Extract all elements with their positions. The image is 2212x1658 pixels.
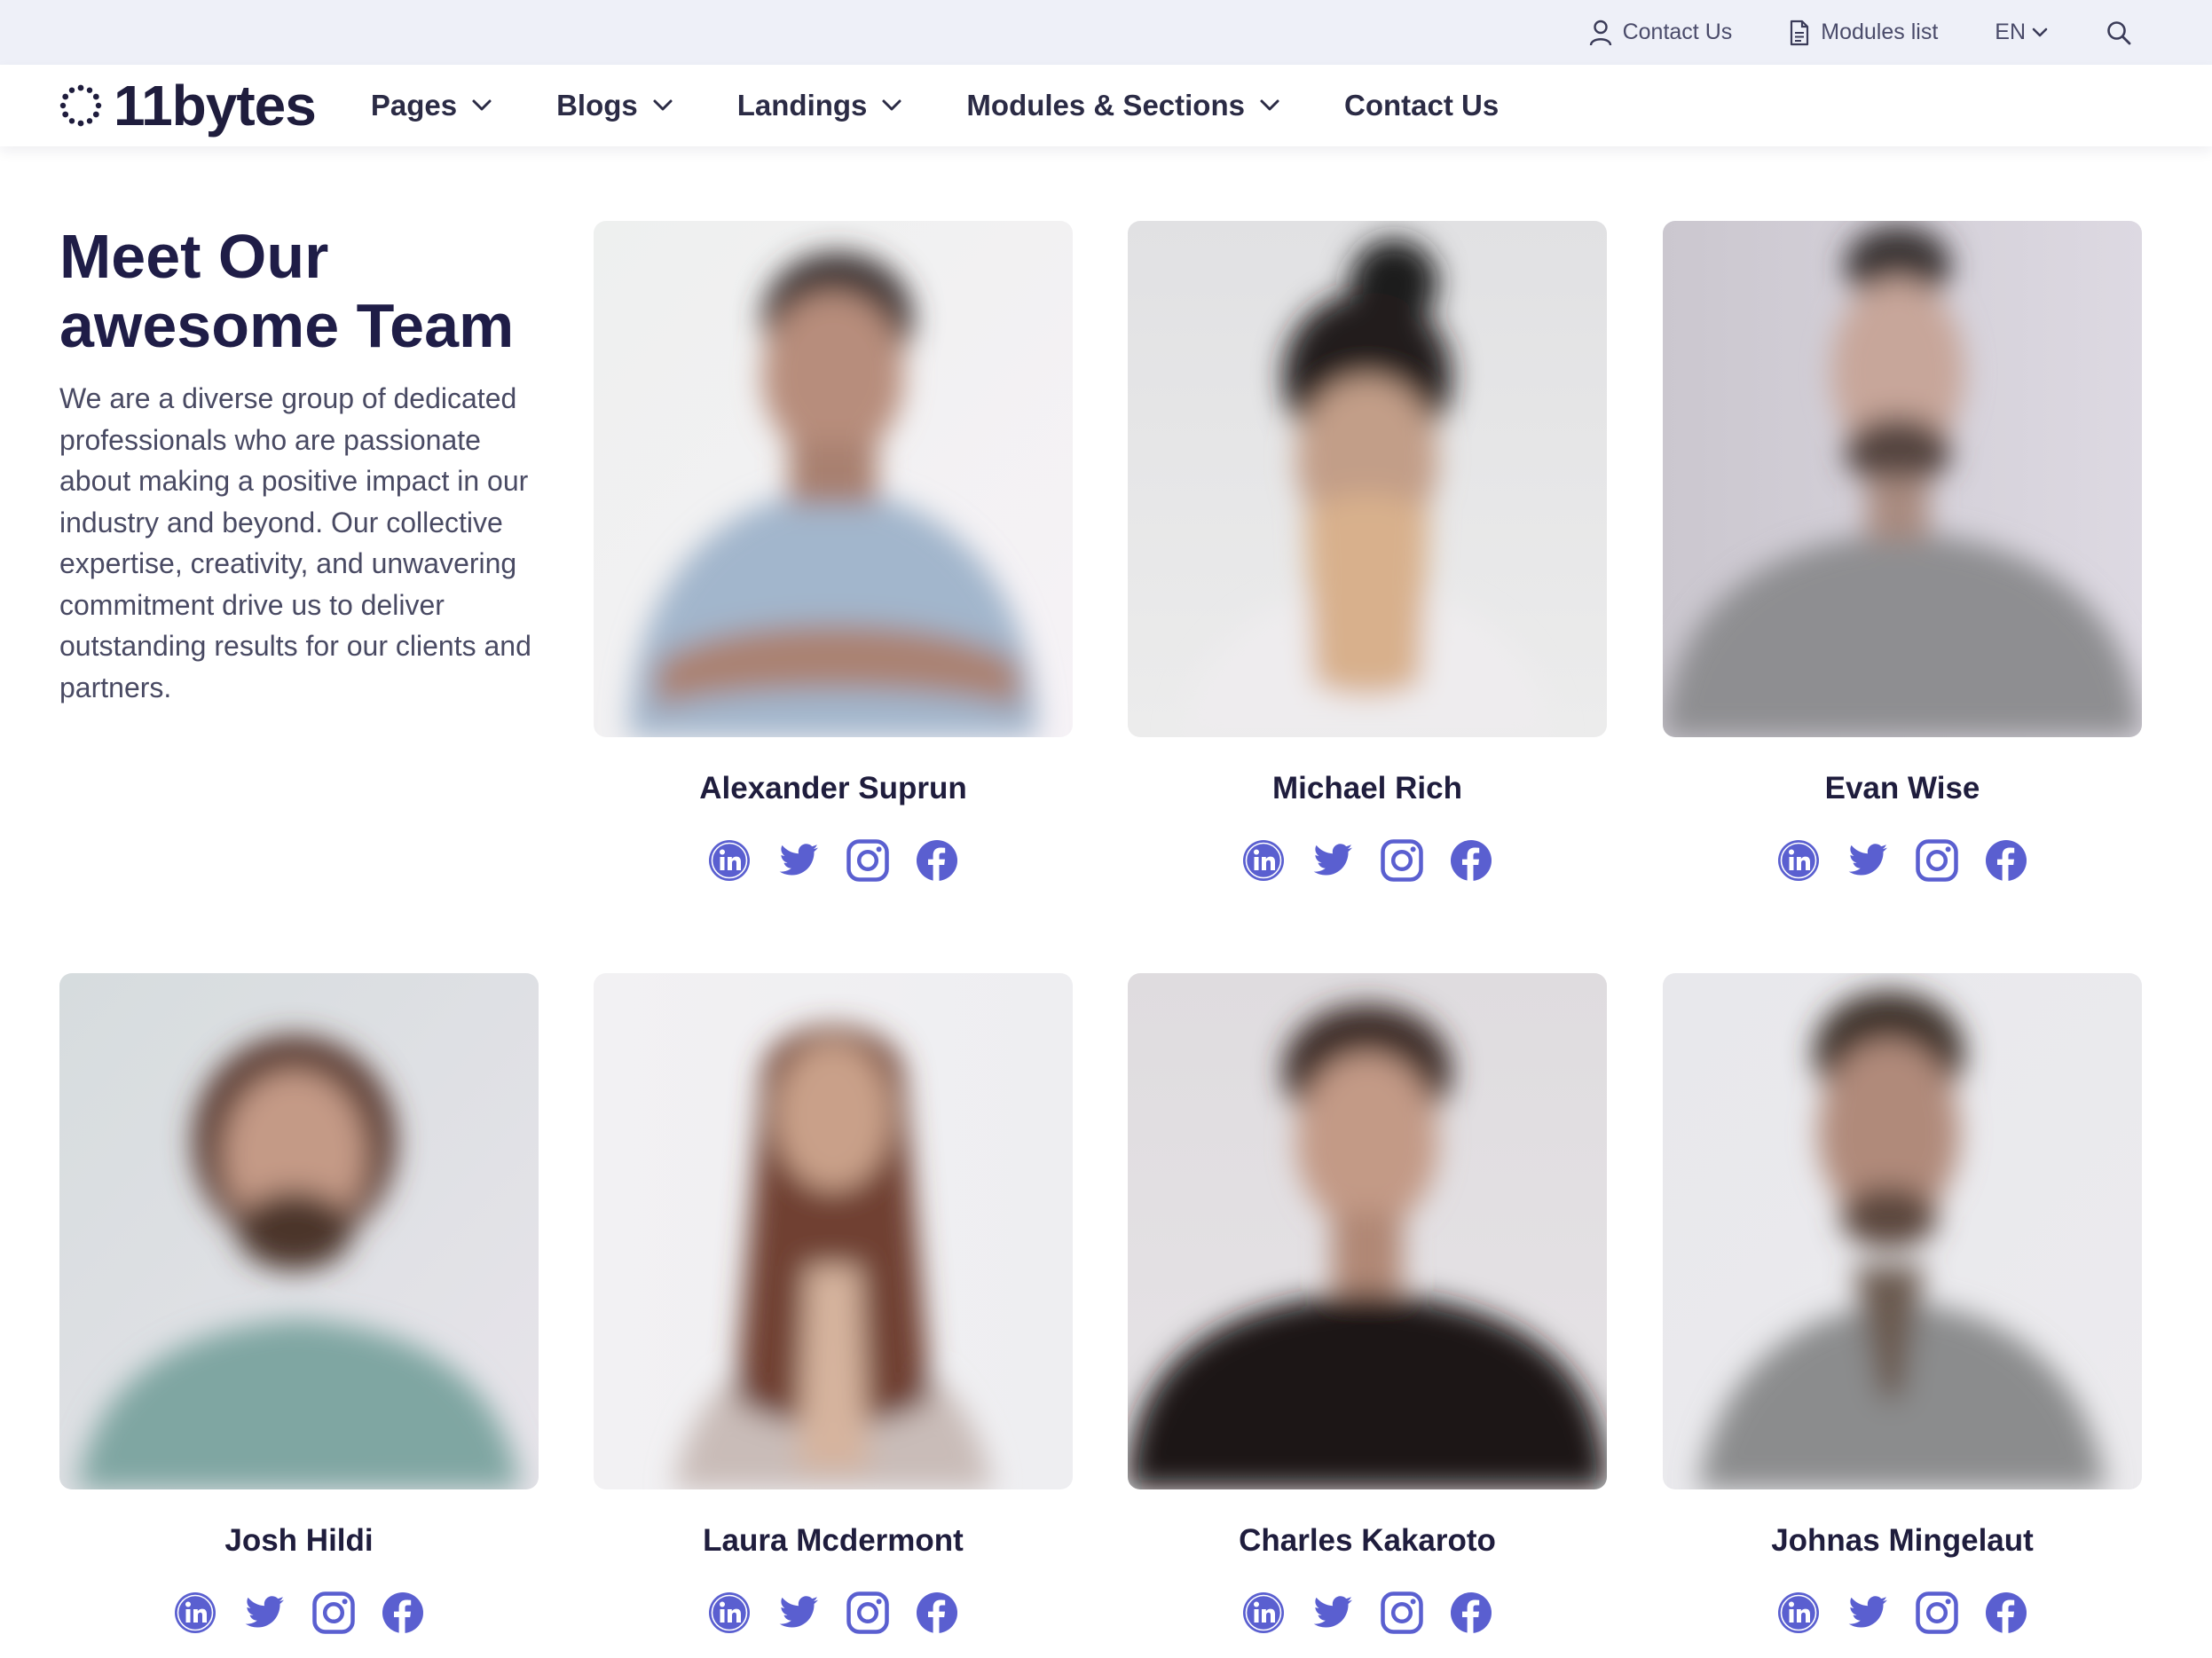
instagram-icon[interactable] [1380, 1591, 1424, 1635]
team-photo [594, 221, 1073, 737]
nav-modules-sections-label: Modules & Sections [966, 89, 1245, 122]
language-label: EN [1995, 20, 2026, 44]
facebook-icon[interactable] [1449, 838, 1493, 883]
twitter-icon[interactable] [1846, 1591, 1890, 1635]
team-card-evan-wise: Evan Wise [1663, 221, 2142, 771]
nav-blogs[interactable]: Blogs [556, 89, 673, 122]
top-utility-bar: Contact Us Modules list EN [0, 0, 2212, 65]
page-title: Meet Our awesome Team [59, 222, 556, 360]
team-photo [594, 973, 1073, 1489]
team-card-charles-kakaroto: Charles Kakaroto [1128, 973, 1607, 1523]
topbar-modules-link[interactable]: Modules list [1789, 20, 1938, 46]
main-header: 11bytes Pages Blogs Landings Modules & S… [0, 65, 2212, 146]
team-photo [1128, 973, 1607, 1489]
twitter-icon[interactable] [242, 1591, 287, 1635]
nav-blogs-label: Blogs [556, 89, 638, 122]
facebook-icon[interactable] [1449, 1591, 1493, 1635]
document-icon [1791, 20, 1809, 45]
team-card-alexander-suprun: Alexander Suprun [594, 221, 1073, 771]
language-selector[interactable]: EN [1995, 20, 2049, 45]
linkedin-icon[interactable] [707, 1591, 752, 1635]
instagram-icon[interactable] [311, 1591, 356, 1635]
member-name: Josh Hildi [224, 1523, 374, 1558]
twitter-icon[interactable] [1311, 838, 1355, 883]
logo[interactable]: 11bytes [59, 74, 317, 138]
nav-pages[interactable]: Pages [371, 89, 492, 122]
title-line-2: awesome Team [59, 291, 515, 360]
facebook-icon[interactable] [381, 1591, 425, 1635]
search-button[interactable] [2106, 20, 2143, 46]
facebook-icon[interactable] [915, 1591, 959, 1635]
member-name: Charles Kakaroto [1239, 1523, 1496, 1558]
social-links [594, 1591, 1073, 1635]
team-card-laura-mcdermont: Laura Mcdermont [594, 973, 1073, 1523]
member-name: Laura Mcdermont [703, 1523, 964, 1558]
facebook-icon[interactable] [915, 838, 959, 883]
twitter-icon[interactable] [1311, 1591, 1355, 1635]
linkedin-icon[interactable] [707, 838, 752, 883]
person-photo-placeholder [594, 973, 1073, 1489]
team-card-johnas-mingelaut: Johnas Mingelaut [1663, 973, 2142, 1523]
person-photo-placeholder [1663, 973, 2142, 1489]
chevron-down-icon [2032, 28, 2048, 36]
team-photo [59, 973, 539, 1489]
chevron-down-icon [1260, 99, 1279, 111]
team-card-michael-rich: Michael Rich [1128, 221, 1607, 771]
team-photo [1128, 221, 1607, 737]
nav-pages-label: Pages [370, 89, 458, 122]
team-description: We are a diverse group of dedicated prof… [59, 382, 531, 703]
topbar-contact-label: Contact Us [1622, 20, 1733, 44]
linkedin-icon[interactable] [1241, 1591, 1286, 1635]
topbar-modules-label: Modules list [1821, 20, 1939, 44]
person-photo-placeholder [1663, 221, 2142, 737]
facebook-icon[interactable] [1984, 1591, 2028, 1635]
logo-mark-icon [59, 84, 102, 127]
team-card-josh-hildi: Josh Hildi [59, 973, 539, 1523]
team-intro: Meet Our awesome Team We are a diverse g… [59, 222, 556, 708]
social-links [59, 1591, 539, 1635]
social-links [594, 838, 1073, 883]
member-name: Johnas Mingelaut [1771, 1523, 2034, 1558]
instagram-icon[interactable] [846, 1591, 890, 1635]
nav-modules-sections[interactable]: Modules & Sections [966, 89, 1280, 122]
instagram-icon[interactable] [1915, 838, 1959, 883]
social-links [1128, 1591, 1607, 1635]
facebook-icon[interactable] [1984, 838, 2028, 883]
social-links [1128, 838, 1607, 883]
team-photo [1663, 973, 2142, 1489]
linkedin-icon[interactable] [1776, 1591, 1821, 1635]
instagram-icon[interactable] [1380, 838, 1424, 883]
chevron-down-icon [653, 99, 673, 111]
linkedin-icon[interactable] [173, 1591, 217, 1635]
twitter-icon[interactable] [776, 838, 821, 883]
person-photo-placeholder [59, 973, 539, 1489]
member-name: Evan Wise [1824, 771, 1980, 805]
team-photo [1663, 221, 2142, 737]
social-links [1663, 1591, 2142, 1635]
person-photo-placeholder [1128, 221, 1607, 737]
nav-landings[interactable]: Landings [737, 89, 903, 122]
linkedin-icon[interactable] [1241, 838, 1286, 883]
chevron-down-icon [882, 99, 901, 111]
user-icon [1589, 20, 1611, 45]
chevron-down-icon [472, 99, 492, 111]
nav-contact-us-label: Contact Us [1343, 89, 1500, 122]
search-icon [2107, 20, 2131, 44]
person-photo-placeholder [594, 221, 1073, 737]
member-name: Michael Rich [1272, 771, 1462, 805]
social-links [1663, 838, 2142, 883]
nav-contact-us[interactable]: Contact Us [1344, 89, 1499, 122]
topbar-contact-link[interactable]: Contact Us [1589, 20, 1733, 46]
twitter-icon[interactable] [776, 1591, 821, 1635]
person-photo-placeholder [1128, 973, 1607, 1489]
nav-landings-label: Landings [736, 89, 868, 122]
logo-text: 11bytes [114, 74, 317, 138]
twitter-icon[interactable] [1846, 838, 1890, 883]
linkedin-icon[interactable] [1776, 838, 1821, 883]
instagram-icon[interactable] [846, 838, 890, 883]
instagram-icon[interactable] [1915, 1591, 1959, 1635]
member-name: Alexander Suprun [699, 771, 967, 805]
title-line-1: Meet Our [59, 222, 329, 291]
